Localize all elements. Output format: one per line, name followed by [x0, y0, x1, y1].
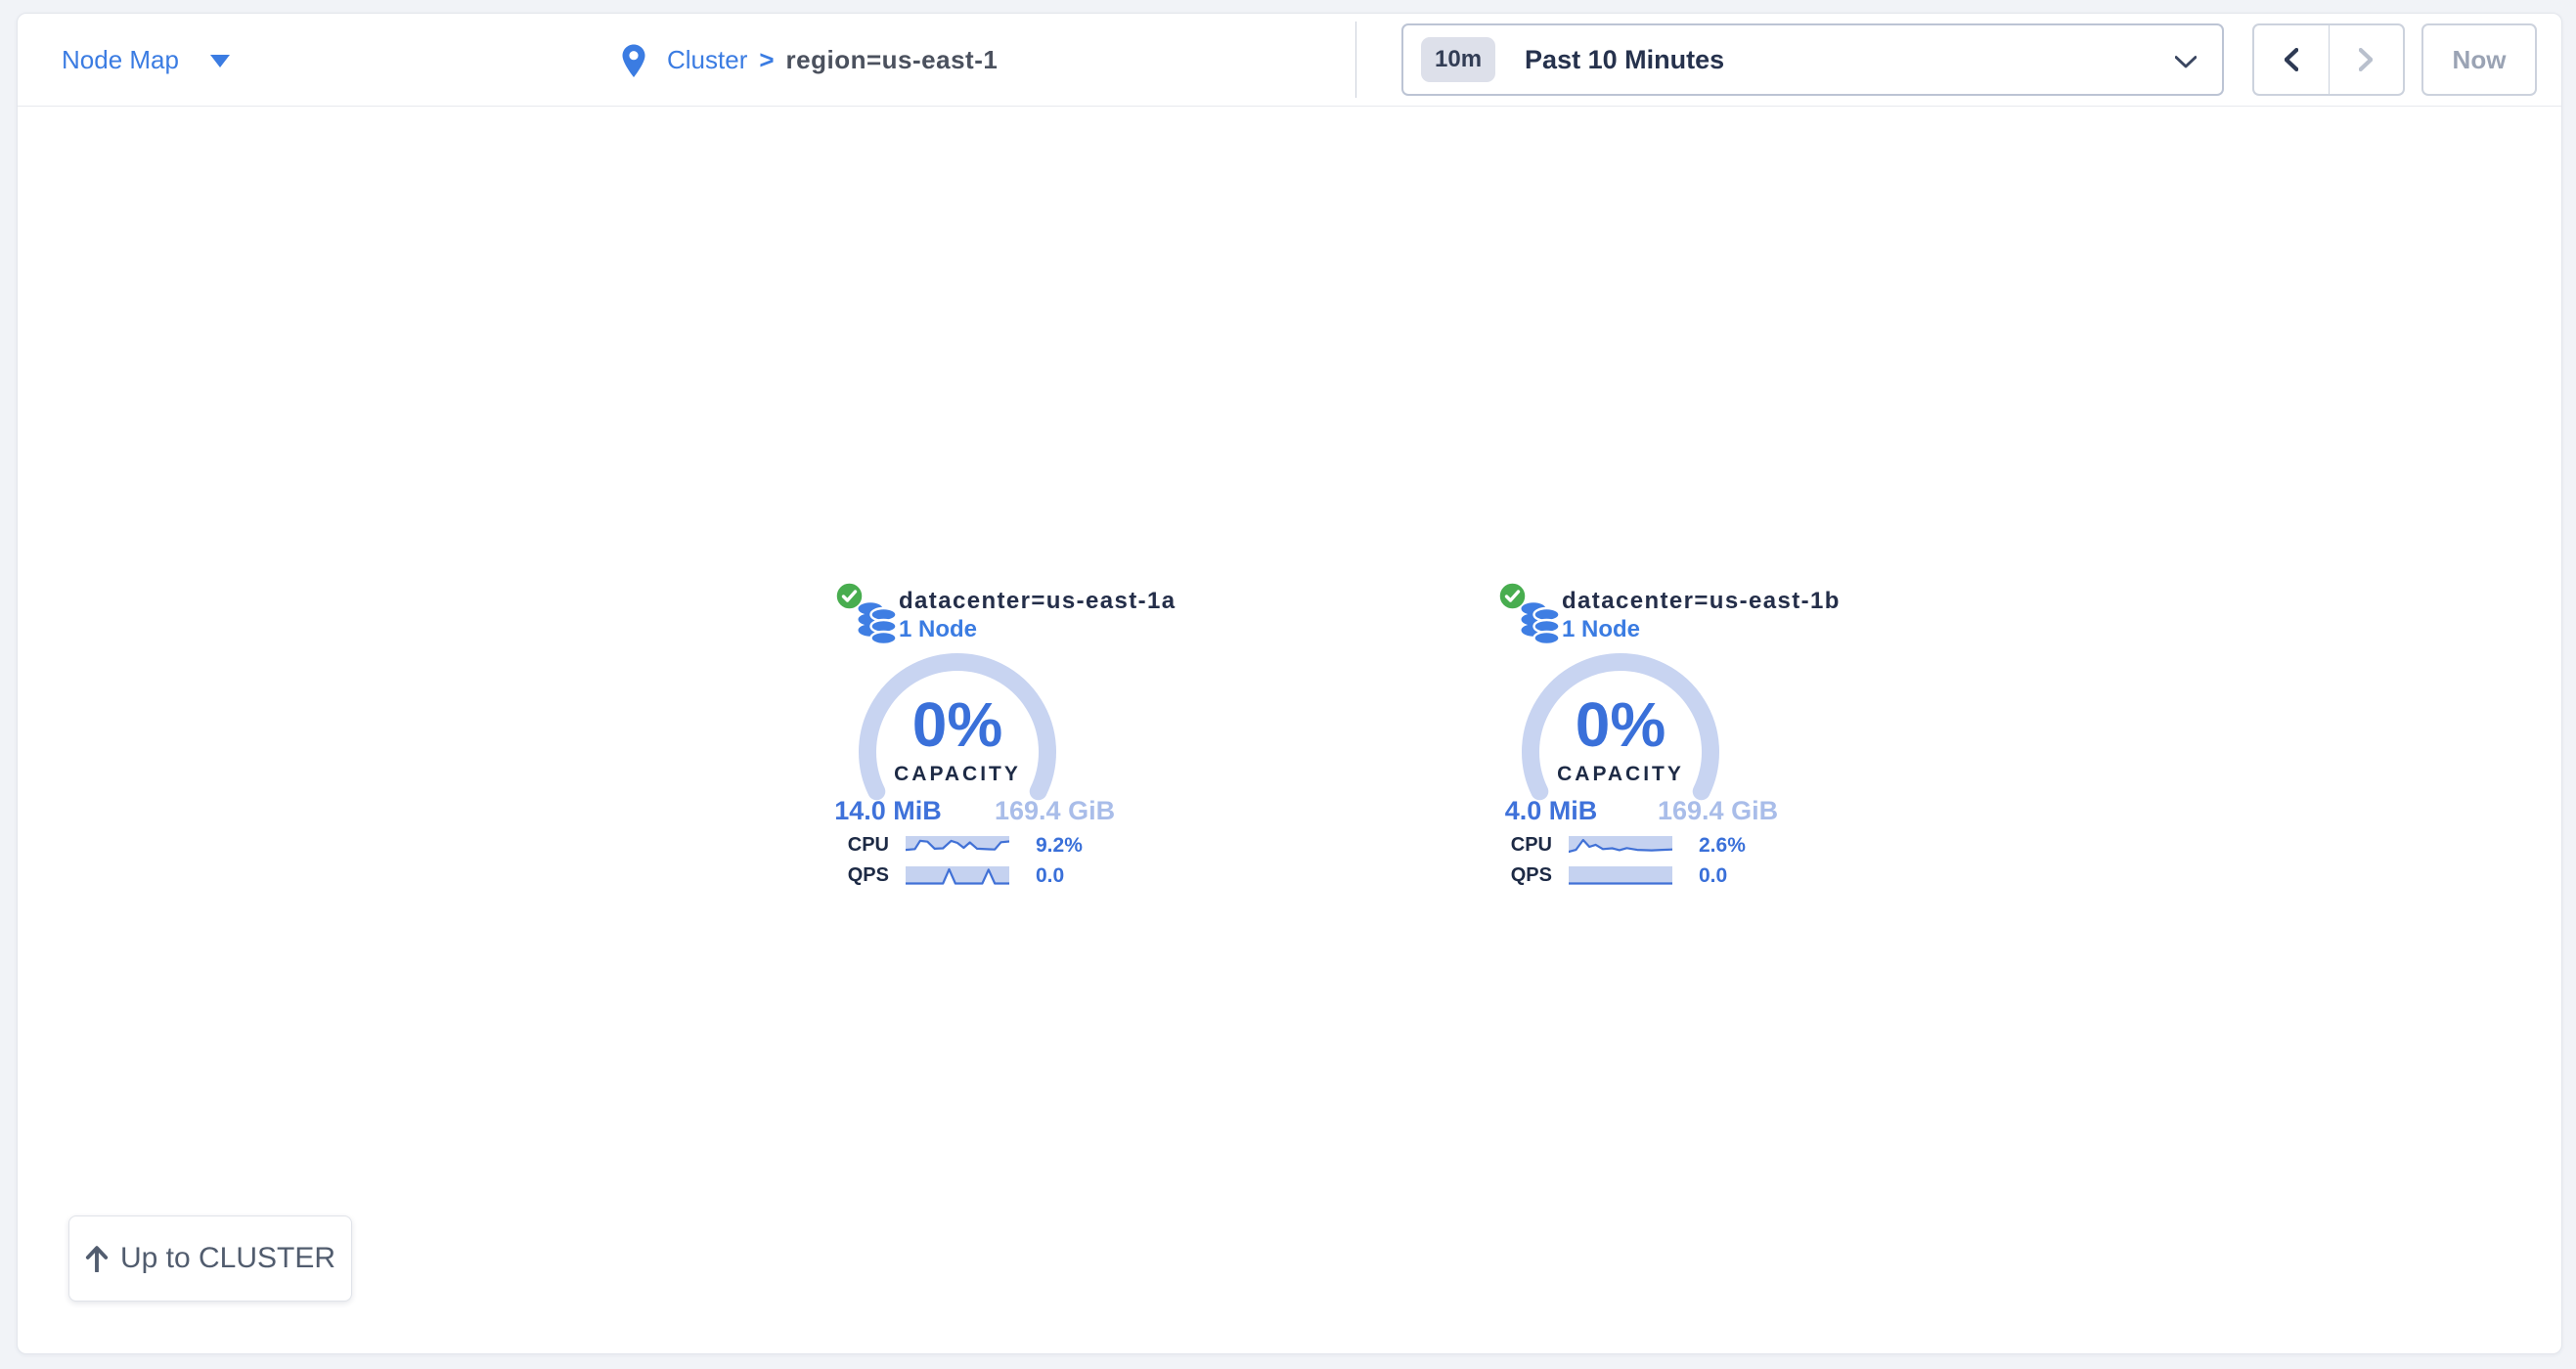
chevron-left-icon — [2285, 48, 2298, 71]
datacenter-header: datacenter=us-east-1b 1 Node — [1562, 587, 1841, 643]
node-map-panel: Node Map Cluster > region=us-east-1 10m … — [17, 13, 2562, 1354]
up-to-cluster-label: Up to CLUSTER — [120, 1242, 335, 1275]
time-next-button[interactable] — [2330, 25, 2404, 94]
breadcrumb-separator: > — [759, 45, 774, 75]
datacenter-title: datacenter=us-east-1b — [1562, 587, 1841, 615]
up-to-cluster-button[interactable]: Up to CLUSTER — [68, 1215, 352, 1302]
chevron-down-icon — [2175, 56, 2197, 68]
time-range-label: Past 10 Minutes — [1525, 45, 1724, 75]
capacity-used-value: 4.0 MiB — [1492, 796, 1610, 826]
datacenter-node-count: 1 Node — [1562, 615, 1841, 643]
capacity-total-value: 169.4 GiB — [995, 796, 1112, 826]
chevron-right-icon — [2359, 48, 2373, 71]
database-stack-icon — [858, 600, 897, 645]
header-divider — [1355, 22, 1356, 98]
qps-sparkline — [906, 866, 1009, 885]
datacenter-title: datacenter=us-east-1a — [899, 587, 1177, 615]
qps-label: QPS — [801, 866, 889, 885]
capacity-label: CAPACITY — [1464, 763, 1777, 786]
time-range-badge: 10m — [1421, 37, 1495, 82]
datacenter-card-us-east-1a[interactable]: datacenter=us-east-1a 1 Node 0% CAPACITY… — [801, 573, 1114, 896]
arrow-up-icon — [85, 1245, 109, 1272]
cpu-value: 9.2% — [1036, 836, 1083, 855]
view-selector-label: Node Map — [62, 45, 179, 75]
qps-value: 0.0 — [1699, 866, 1727, 885]
time-range-dropdown[interactable]: 10m Past 10 Minutes — [1401, 23, 2224, 96]
qps-label: QPS — [1464, 866, 1552, 885]
capacity-label: CAPACITY — [801, 763, 1114, 786]
cpu-value: 2.6% — [1699, 836, 1746, 855]
time-prev-button[interactable] — [2254, 25, 2330, 94]
datacenter-card-us-east-1b[interactable]: datacenter=us-east-1b 1 Node 0% CAPACITY… — [1464, 573, 1777, 896]
breadcrumb-current-locality: region=us-east-1 — [786, 45, 999, 75]
capacity-used-value: 14.0 MiB — [829, 796, 947, 826]
capacity-total-value: 169.4 GiB — [1658, 796, 1775, 826]
breadcrumb: Cluster > region=us-east-1 — [622, 14, 998, 106]
qps-sparkline — [1569, 866, 1672, 885]
node-map-canvas: datacenter=us-east-1a 1 Node 0% CAPACITY… — [18, 107, 2561, 1353]
capacity-percent: 0% — [801, 688, 1114, 761]
cpu-label: CPU — [801, 836, 889, 855]
location-pin-icon — [622, 44, 645, 78]
cpu-label: CPU — [1464, 836, 1552, 855]
qps-value: 0.0 — [1036, 866, 1064, 885]
caret-down-icon — [210, 55, 230, 67]
datacenter-header: datacenter=us-east-1a 1 Node — [899, 587, 1177, 643]
now-button[interactable]: Now — [2421, 23, 2537, 96]
time-nav-arrows — [2252, 23, 2405, 96]
database-stack-icon — [1521, 600, 1560, 645]
breadcrumb-cluster-link[interactable]: Cluster — [667, 45, 747, 75]
header-bar: Node Map Cluster > region=us-east-1 10m … — [18, 14, 2561, 107]
cpu-sparkline — [1569, 836, 1672, 855]
cpu-sparkline — [906, 836, 1009, 855]
datacenter-node-count: 1 Node — [899, 615, 1177, 643]
view-selector-dropdown[interactable]: Node Map — [62, 14, 230, 106]
capacity-percent: 0% — [1464, 688, 1777, 761]
